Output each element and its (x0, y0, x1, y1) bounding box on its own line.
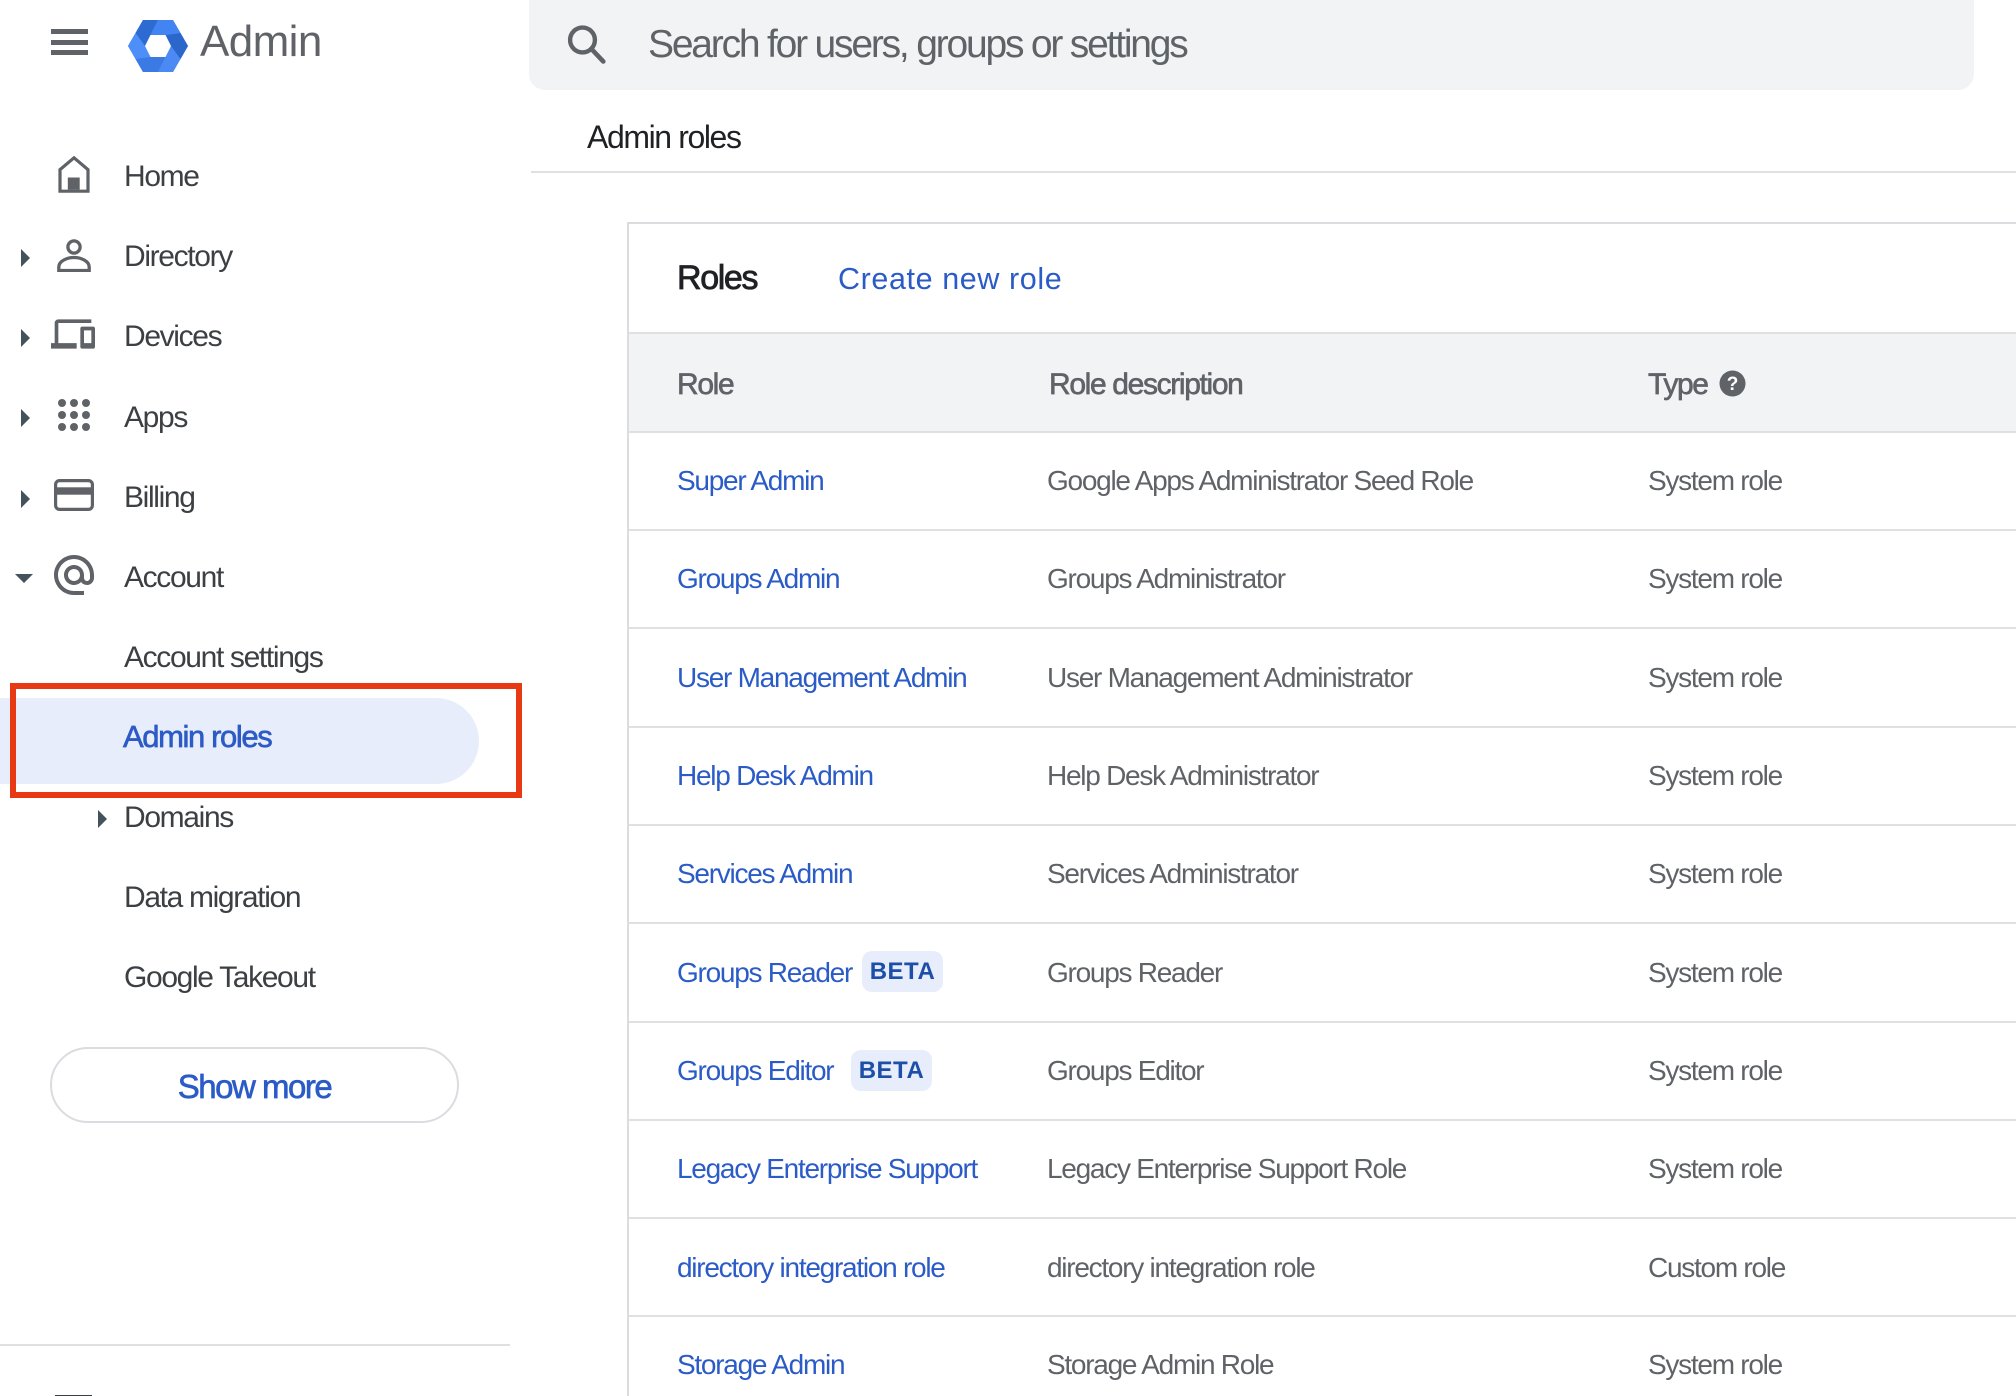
svg-text:?: ? (1727, 374, 1739, 395)
